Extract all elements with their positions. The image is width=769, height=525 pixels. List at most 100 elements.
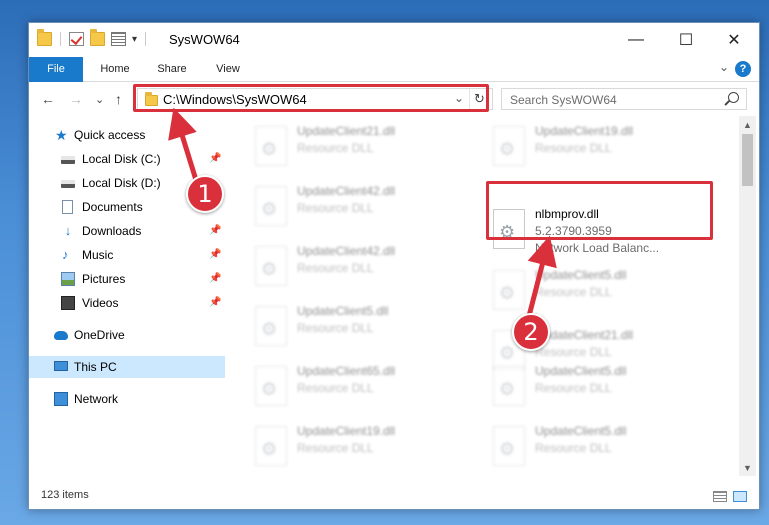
minimize-button[interactable]: —: [613, 23, 659, 57]
tab-share[interactable]: Share: [151, 57, 193, 82]
dll-file-icon: [255, 366, 287, 406]
file-name: UpdateClient42.dll: [297, 244, 396, 258]
tab-view[interactable]: View: [207, 57, 249, 82]
back-arrow-icon[interactable]: ←: [41, 91, 55, 107]
large-icons-view-icon[interactable]: [733, 491, 747, 502]
sidebar-item-label: Network: [74, 392, 119, 406]
tab-home[interactable]: Home: [93, 57, 137, 82]
step-2-badge: 2: [512, 313, 550, 351]
close-button[interactable]: ✕: [711, 23, 757, 57]
videos-icon: [61, 296, 75, 310]
file-description: Network Load Balanc...: [535, 241, 660, 255]
sidebar-item-label: This PC: [74, 360, 117, 374]
file-item[interactable]: UpdateClient65.dll Resource DLL: [249, 360, 477, 418]
dll-file-icon: [255, 426, 287, 466]
maximize-button[interactable]: ☐: [663, 23, 709, 57]
qat-separator: [60, 32, 61, 46]
file-description: Resource DLL: [535, 141, 612, 155]
sidebar-item-network[interactable]: Network: [29, 388, 225, 410]
file-description: Resource DLL: [297, 261, 374, 275]
navigation-pane: ★ Quick access Local Disk (C:) 📌 Local D…: [29, 116, 225, 476]
file-item[interactable]: UpdateClient5.dll Resource DLL: [487, 360, 715, 418]
scrollbar-thumb[interactable]: [742, 134, 753, 186]
properties-check-icon[interactable]: [69, 32, 84, 46]
search-box[interactable]: Search SysWOW64: [501, 88, 747, 110]
vertical-scrollbar[interactable]: ▲ ▼: [739, 116, 756, 476]
network-icon: [54, 392, 68, 406]
folder-icon: [37, 29, 52, 46]
sidebar-item-onedrive[interactable]: OneDrive: [29, 324, 225, 346]
window-title: SysWOW64: [169, 32, 240, 47]
sidebar-item-label: Pictures: [82, 272, 126, 286]
sidebar-item-music[interactable]: ♪ Music 📌: [29, 244, 225, 266]
scroll-down-arrow-icon[interactable]: ▼: [743, 463, 752, 473]
file-description: Resource DLL: [297, 141, 374, 155]
dll-file-icon: [493, 426, 525, 466]
sidebar-item-label: Local Disk (D:): [82, 176, 161, 190]
file-name: UpdateClient65.dll: [297, 364, 396, 378]
sidebar-item-local-disk-c[interactable]: Local Disk (C:) 📌: [29, 148, 225, 170]
file-highlight: [486, 181, 713, 240]
sidebar-item-videos[interactable]: Videos 📌: [29, 292, 225, 314]
file-item[interactable]: UpdateClient21.dll Resource DLL: [249, 120, 477, 178]
sidebar-item-label: Downloads: [82, 224, 142, 238]
file-description: Resource DLL: [297, 381, 374, 395]
dll-file-icon: [493, 126, 525, 166]
qat-dropdown-icon[interactable]: ▾: [132, 34, 137, 45]
pin-icon: 📌: [209, 249, 222, 260]
file-item[interactable]: UpdateClient19.dll Resource DLL: [487, 120, 715, 178]
file-description: Resource DLL: [535, 345, 612, 359]
file-description: Resource DLL: [297, 441, 374, 455]
drive-icon: [61, 156, 75, 164]
sidebar-item-label: Local Disk (C:): [82, 152, 161, 166]
ribbon-expand-chevron-icon[interactable]: ⌄: [719, 60, 729, 74]
file-name: UpdateClient5.dll: [297, 304, 389, 318]
pin-icon: 📌: [209, 297, 222, 308]
details-view-icon[interactable]: [713, 491, 727, 502]
scroll-up-arrow-icon[interactable]: ▲: [743, 120, 752, 130]
search-input[interactable]: Search SysWOW64: [510, 93, 617, 107]
pin-icon: 📌: [209, 153, 222, 164]
file-item[interactable]: UpdateClient5.dll Resource DLL: [249, 300, 477, 358]
file-name: UpdateClient19.dll: [297, 424, 396, 438]
customize-qat-icon[interactable]: [111, 32, 126, 46]
file-item[interactable]: UpdateClient42.dll Resource DLL: [249, 180, 477, 238]
dll-file-icon: [255, 186, 287, 226]
music-icon: ♪: [62, 247, 69, 262]
file-description: Resource DLL: [535, 441, 612, 455]
file-item[interactable]: UpdateClient5.dll Resource DLL: [487, 420, 715, 476]
new-folder-icon[interactable]: [90, 29, 105, 46]
tab-file[interactable]: File: [29, 57, 83, 82]
recent-locations-chevron-icon[interactable]: ⌄: [95, 93, 104, 106]
sidebar-item-downloads[interactable]: ↓ Downloads 📌: [29, 220, 225, 242]
file-name: UpdateClient5.dll: [535, 268, 627, 282]
up-arrow-icon[interactable]: ↑: [115, 91, 122, 107]
file-item[interactable]: UpdateClient42.dll Resource DLL: [249, 240, 477, 298]
file-name: UpdateClient19.dll: [535, 124, 634, 138]
file-name: UpdateClient42.dll: [297, 184, 396, 198]
pin-icon: 📌: [209, 273, 222, 284]
pin-icon: 📌: [209, 225, 222, 236]
dll-file-icon: [493, 270, 525, 310]
dll-file-icon: [493, 366, 525, 406]
file-name: UpdateClient5.dll: [535, 364, 627, 378]
file-name: UpdateClient5.dll: [535, 424, 627, 438]
file-item[interactable]: UpdateClient5.dll Resource DLL: [487, 264, 715, 322]
downloads-icon: ↓: [64, 223, 72, 238]
sidebar-item-this-pc[interactable]: This PC: [29, 356, 225, 378]
file-name: UpdateClient21.dll: [297, 124, 396, 138]
quick-access-toolbar: ▾: [37, 29, 148, 46]
sidebar-item-pictures[interactable]: Pictures 📌: [29, 268, 225, 290]
search-icon[interactable]: [728, 92, 739, 103]
sidebar-item-quick-access[interactable]: ★ Quick access: [29, 124, 225, 146]
file-description: Resource DLL: [297, 321, 374, 335]
file-item[interactable]: UpdateClient19.dll Resource DLL: [249, 420, 477, 476]
item-count: 123 items: [41, 489, 89, 501]
drive-icon: [61, 180, 75, 188]
dll-file-icon: [255, 306, 287, 346]
file-description: Resource DLL: [535, 381, 612, 395]
help-icon[interactable]: ?: [735, 61, 751, 77]
quick-access-star-icon: ★: [55, 127, 68, 143]
sidebar-item-label: OneDrive: [74, 328, 125, 342]
forward-arrow-icon[interactable]: →: [69, 91, 83, 107]
